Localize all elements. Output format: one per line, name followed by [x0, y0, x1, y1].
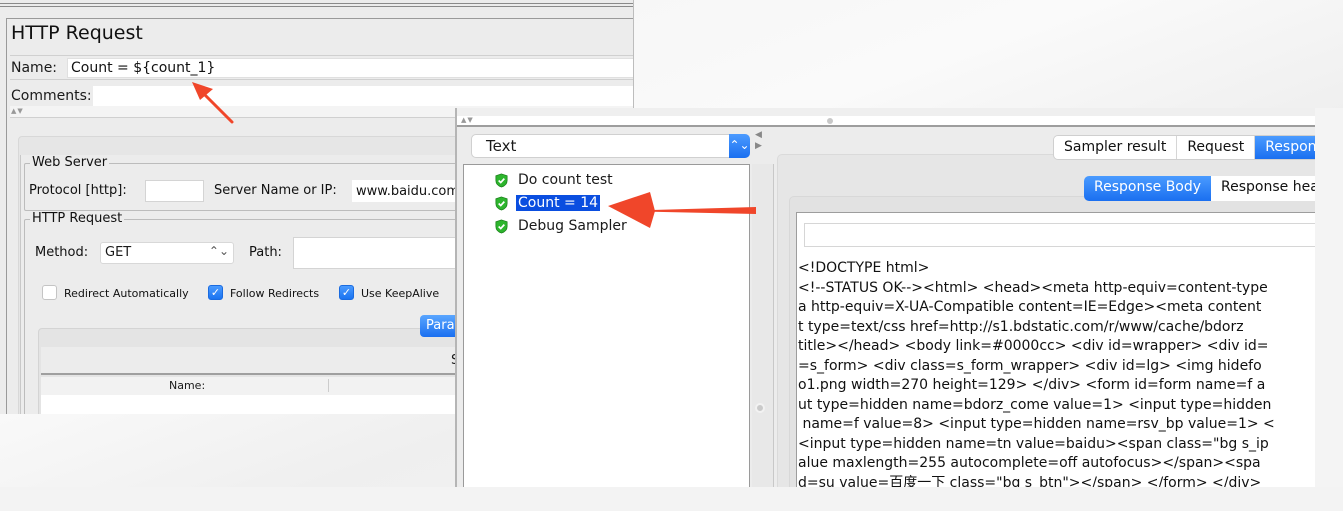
name-label: Name:	[11, 60, 58, 76]
page-title: HTTP Request	[11, 22, 143, 44]
follow-redirects-label: Follow Redirects	[230, 287, 320, 300]
column-header-name[interactable]: Name:	[169, 379, 205, 392]
result-tabs: Sampler result Request Response data	[1053, 135, 1315, 160]
response-body-text[interactable]: <!DOCTYPE html> <!--STATUS OK--><html> <h…	[798, 259, 1315, 488]
tree-item-label: Do count test	[518, 172, 613, 188]
tree-item-label: Debug Sampler	[518, 218, 627, 234]
response-line: ut type=hidden name=bdorz_come value=1> …	[798, 396, 1272, 413]
tab-response-headers[interactable]: Response headers	[1211, 176, 1315, 201]
renderer-select-value: Text	[486, 137, 517, 155]
splitter-knob-icon[interactable]	[827, 118, 833, 124]
view-results-tree-window: ▲▼ Text ⌃⌄ ◀▶ Do count test Count = 14	[455, 108, 1315, 488]
collapse-arrows-icon[interactable]: ▲▼	[11, 107, 24, 115]
response-line: <input type=hidden name=tn value=baidu><…	[798, 435, 1269, 452]
column-divider	[328, 379, 329, 392]
tree-item-selected[interactable]: Count = 14	[494, 194, 601, 212]
success-shield-icon	[495, 196, 508, 210]
method-select[interactable]: GET ⌃⌄	[100, 242, 234, 264]
http-request-legend: HTTP Request	[30, 211, 125, 226]
response-line: t type=text/css href=http://s1.bdstatic.…	[798, 318, 1244, 335]
use-keepalive-checkbox[interactable]: ✓	[339, 285, 354, 300]
response-line: d=su value=百度一下 class="bg s_btn"></span>…	[798, 474, 1262, 489]
background	[0, 487, 1343, 511]
success-shield-icon	[495, 173, 508, 187]
tab-response-data[interactable]: Response data	[1255, 136, 1315, 159]
response-line: alue maxlength=255 autocomplete=off auto…	[798, 455, 1261, 471]
redirect-automatically-label: Redirect Automatically	[64, 287, 189, 300]
checkmark-icon: ✓	[341, 286, 352, 299]
method-value: GET	[105, 245, 132, 260]
comments-label: Comments:	[11, 88, 92, 104]
tab-request[interactable]: Request	[1177, 136, 1256, 159]
collapse-arrows-icon[interactable]: ▲▼	[461, 116, 474, 124]
response-search-field[interactable]	[804, 223, 1315, 247]
window-top-border	[0, 3, 633, 7]
vertical-splitter[interactable]	[752, 164, 774, 488]
tab-sampler-result[interactable]: Sampler result	[1054, 136, 1178, 159]
response-line: =s_form> <div class=s_form_wrapper> <div…	[798, 357, 1262, 374]
response-sub-tabs: Response Body Response headers	[1084, 176, 1315, 201]
tree-item[interactable]: Debug Sampler	[494, 217, 629, 235]
response-line: title></head> <body link=#0000cc> <div i…	[798, 338, 1269, 354]
chevron-updown-icon: ⌃⌄	[729, 134, 750, 158]
server-name-label: Server Name or IP:	[214, 183, 337, 198]
background	[1315, 108, 1343, 488]
name-row: Name:	[10, 55, 633, 80]
response-line: a http-equiv=X-UA-Compatible content=IE=…	[798, 299, 1262, 315]
response-line: <!--STATUS OK--><html> <head><meta http-…	[798, 279, 1268, 296]
redirect-automatically-checkbox[interactable]	[42, 285, 57, 300]
side-collapse-arrows-icon[interactable]: ◀ ▶	[755, 130, 762, 152]
tree-item-label: Count = 14	[516, 195, 601, 211]
comments-field[interactable]	[93, 86, 633, 106]
method-label: Method:	[35, 245, 89, 260]
web-server-legend: Web Server	[30, 155, 110, 170]
protocol-field[interactable]	[145, 180, 204, 202]
results-tree: Do count test Count = 14 Debug Sampler	[463, 164, 750, 488]
window-top-strip	[457, 108, 1315, 116]
follow-redirects-checkbox[interactable]: ✓	[208, 285, 223, 300]
response-line: <!DOCTYPE html>	[798, 260, 930, 276]
tab-response-body[interactable]: Response Body	[1084, 176, 1212, 201]
splitter-knob-icon[interactable]	[755, 403, 765, 413]
response-line: name=f value=8> <input type=hidden name=…	[798, 416, 1275, 432]
renderer-select[interactable]: Text ⌃⌄	[471, 134, 750, 158]
checkmark-icon: ✓	[210, 286, 221, 299]
tree-item[interactable]: Do count test	[494, 171, 615, 189]
top-splitter[interactable]: ▲▼	[457, 116, 1315, 127]
chevron-updown-icon: ⌃⌄	[208, 244, 229, 258]
response-line: o1.png width=270 height=129> </div> <for…	[798, 377, 1266, 393]
use-keepalive-label: Use KeepAlive	[361, 287, 440, 300]
protocol-label: Protocol [http]:	[29, 183, 127, 198]
success-shield-icon	[495, 219, 508, 233]
name-field[interactable]	[67, 58, 633, 78]
path-label: Path:	[249, 245, 282, 260]
